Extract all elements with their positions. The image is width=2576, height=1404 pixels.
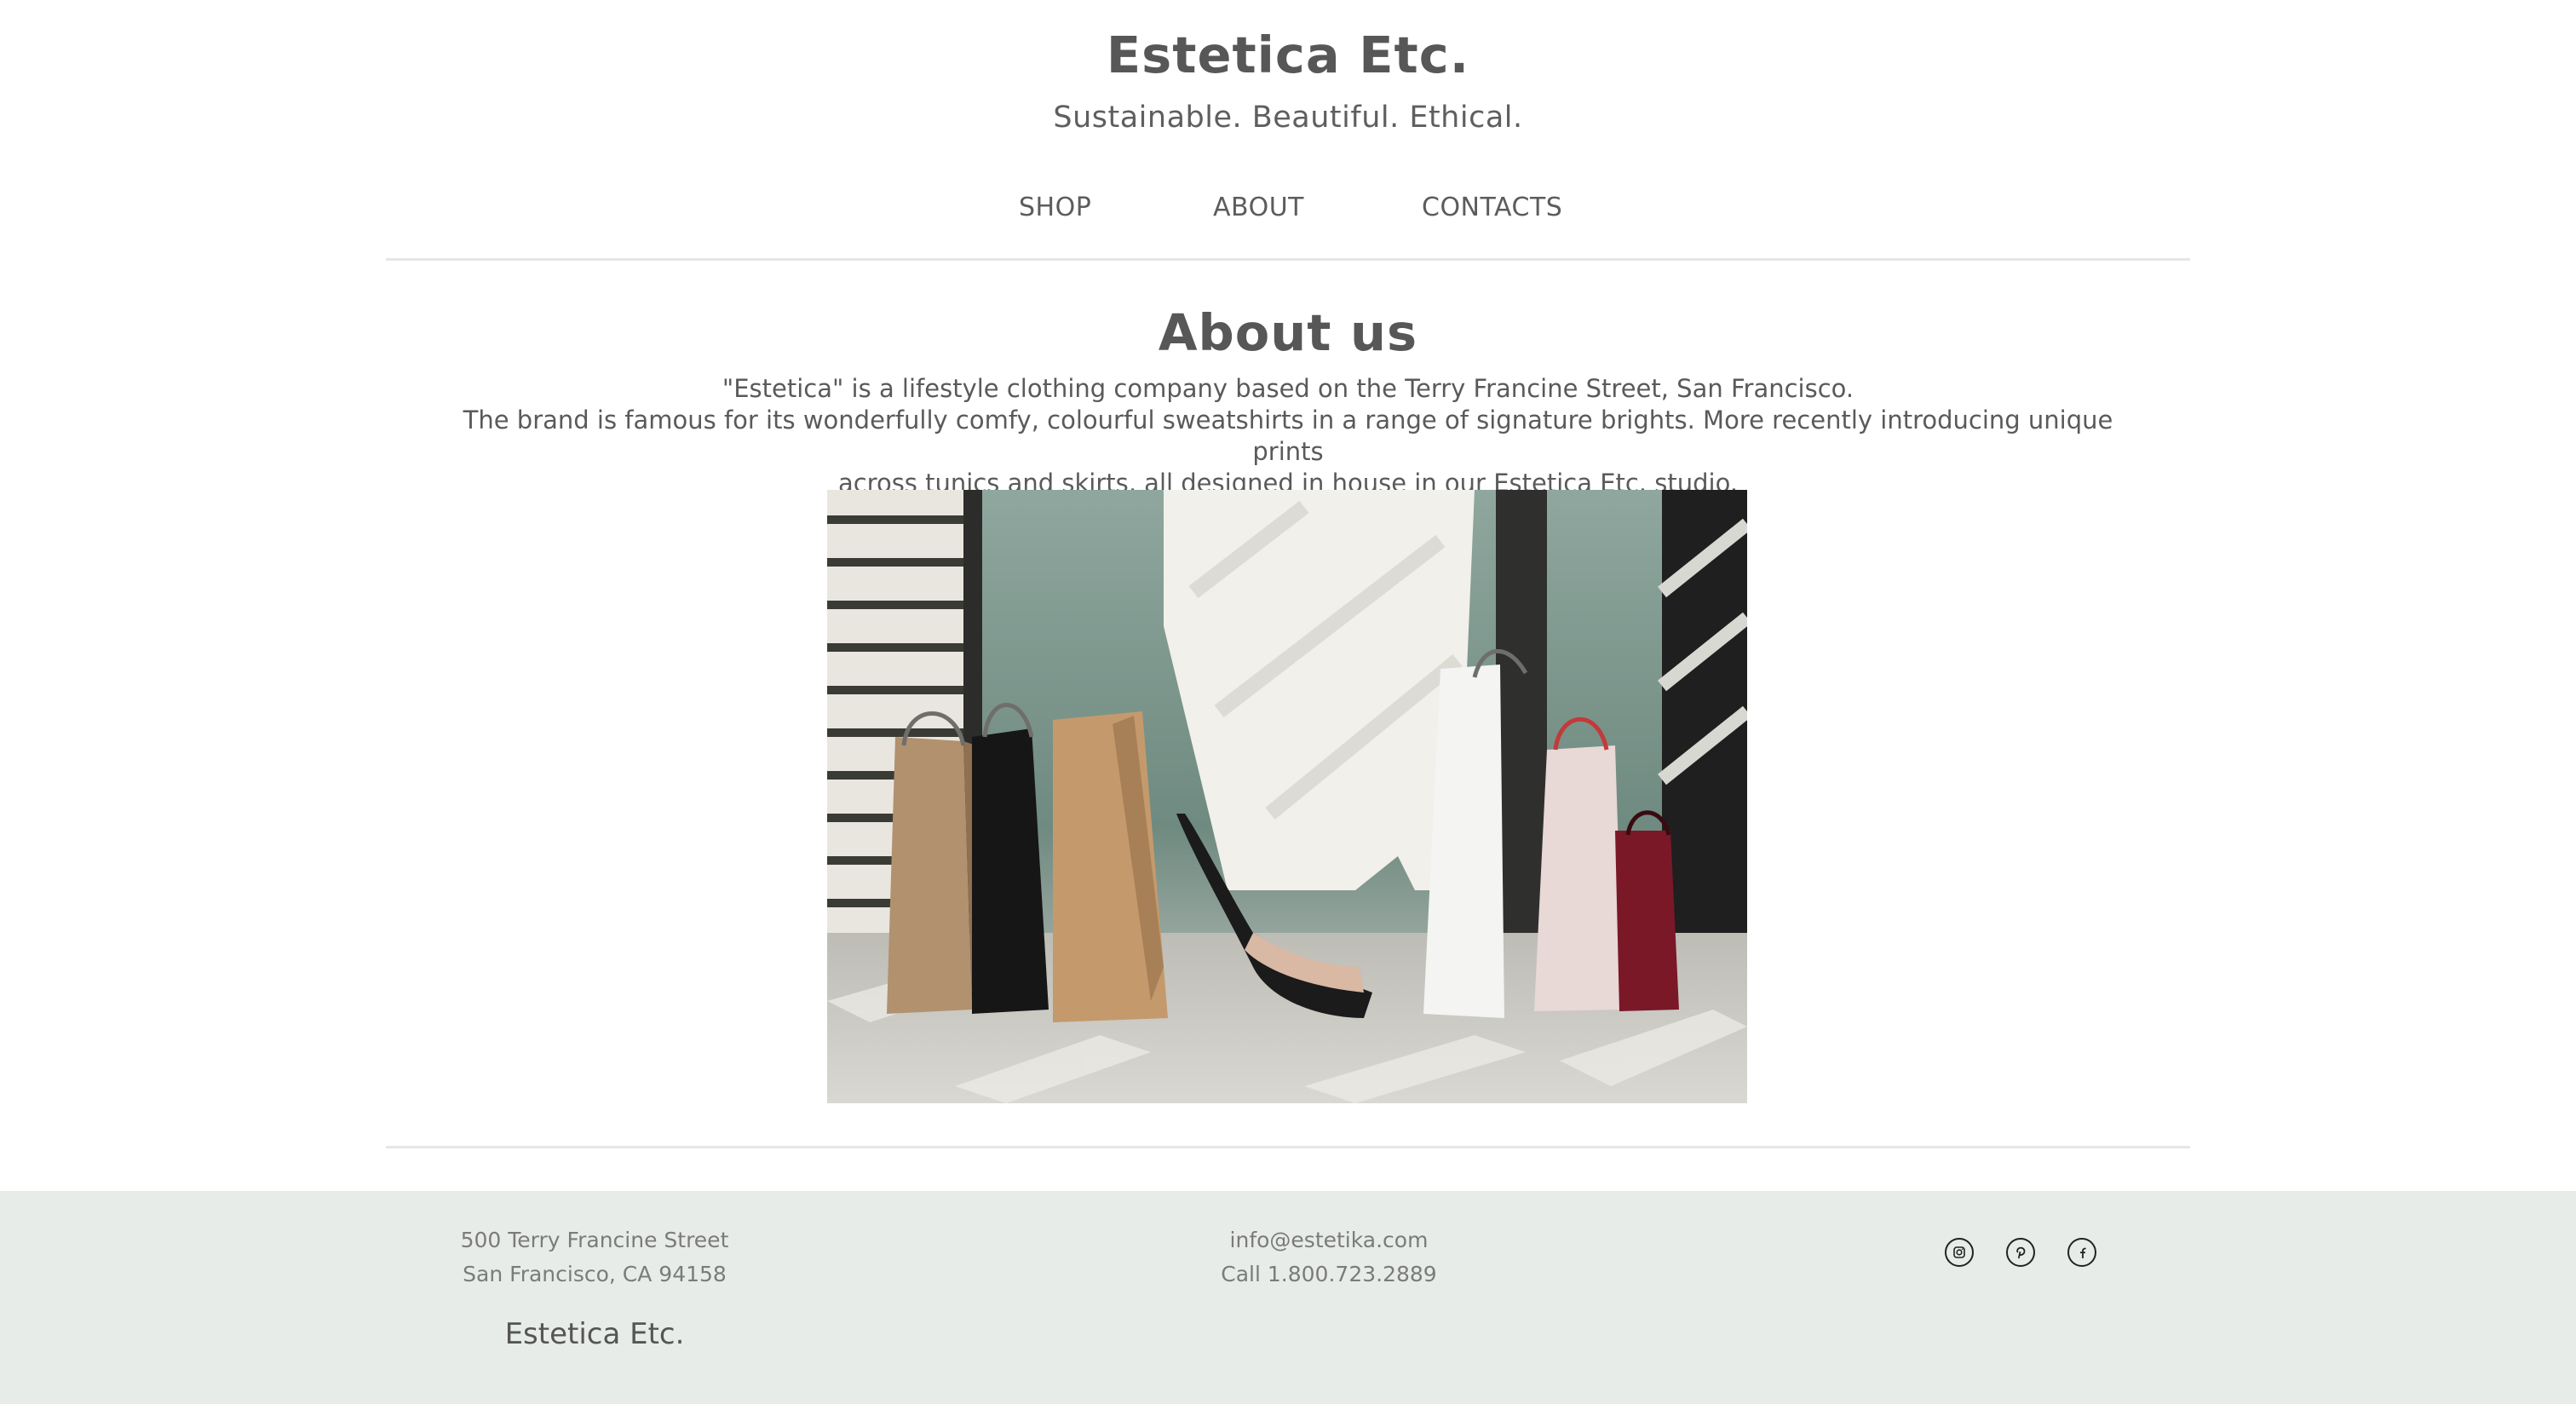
site-header: Estetica Etc. Sustainable. Beautiful. Et…: [0, 0, 2576, 261]
footer-email[interactable]: info@estetika.com: [1159, 1223, 1499, 1257]
main-nav: SHOP ABOUT CONTACTS: [0, 193, 2576, 227]
pinterest-icon[interactable]: [2006, 1238, 2035, 1267]
about-title: About us: [1158, 303, 1418, 362]
site-footer: 500 Terry Francine Street San Francisco,…: [0, 1191, 2576, 1404]
header-divider: [386, 258, 2190, 261]
instagram-icon[interactable]: [1945, 1238, 1974, 1267]
site-tagline: Sustainable. Beautiful. Ethical.: [1053, 101, 1523, 135]
footer-brand[interactable]: Estetica Etc.: [424, 1317, 765, 1351]
footer-address-line-2: San Francisco, CA 94158: [463, 1262, 727, 1286]
about-photo: [827, 490, 1747, 1103]
footer-address-line-1: 500 Terry Francine Street: [460, 1228, 729, 1252]
footer-contact: info@estetika.com Call 1.800.723.2889: [1159, 1223, 1499, 1292]
footer-phone: Call 1.800.723.2889: [1221, 1262, 1437, 1286]
content-divider: [386, 1146, 2190, 1148]
about-line-1: "Estetica" is a lifestyle clothing compa…: [722, 374, 1854, 403]
facebook-icon[interactable]: [2067, 1238, 2096, 1267]
shopping-bags-photo: [827, 490, 1747, 1103]
nav-item-contacts[interactable]: CONTACTS: [1422, 193, 1562, 222]
about-line-2: The brand is famous for its wonderfully …: [463, 406, 2113, 466]
nav-item-shop[interactable]: SHOP: [1019, 193, 1091, 222]
footer-address: 500 Terry Francine Street San Francisco,…: [424, 1223, 765, 1292]
nav-item-about[interactable]: ABOUT: [1213, 193, 1304, 222]
about-text: "Estetica" is a lifestyle clothing compa…: [426, 373, 2150, 499]
site-title[interactable]: Estetica Etc.: [0, 26, 2576, 84]
